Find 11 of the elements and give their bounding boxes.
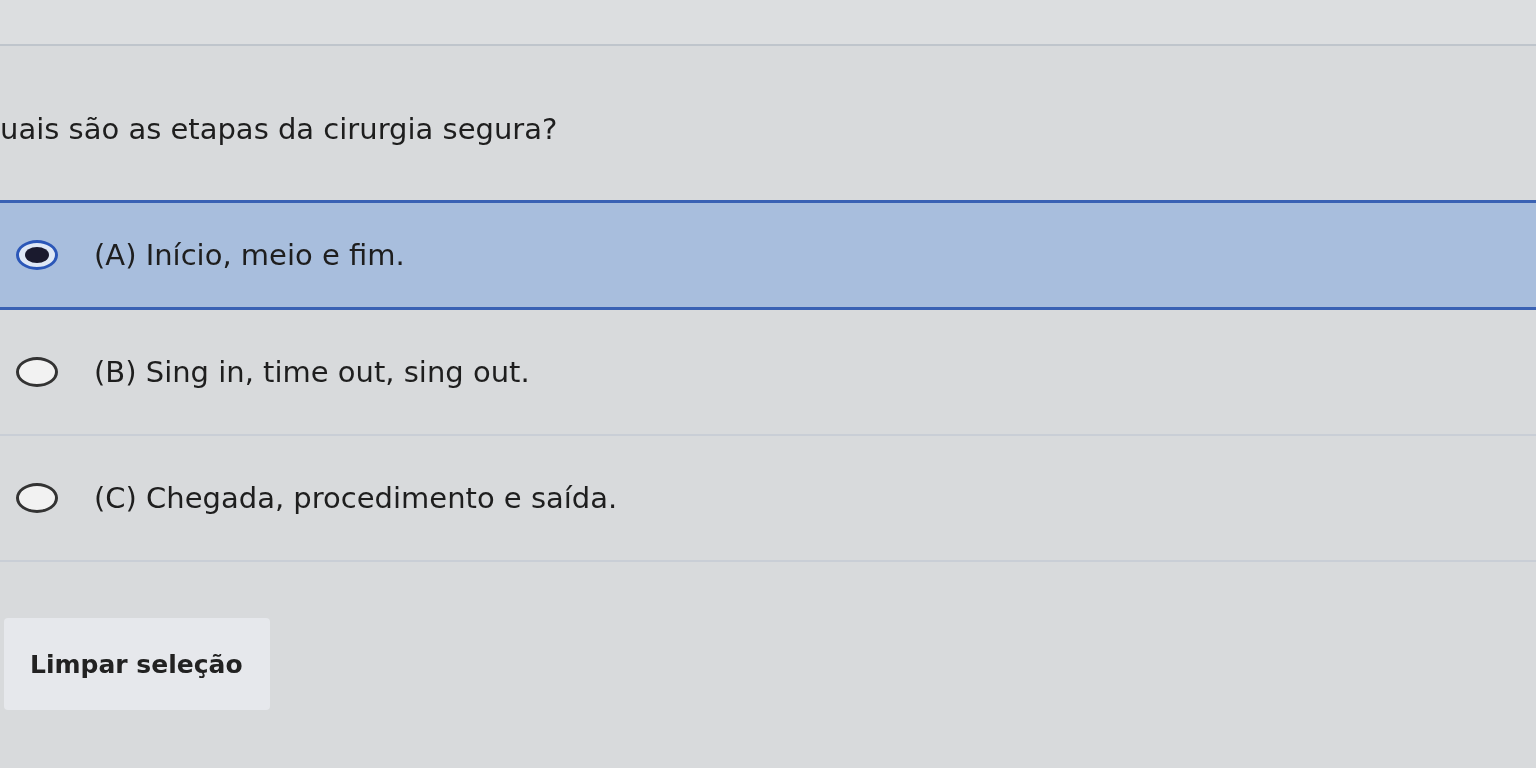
clear-selection-button[interactable]: Limpar seleção	[4, 618, 270, 710]
radio-button[interactable]	[16, 483, 58, 513]
question-text: uais são as etapas da cirurgia segura?	[0, 111, 559, 148]
radio-button[interactable]	[16, 357, 58, 387]
answer-option[interactable]: (A) Início, meio e fim.	[0, 200, 1536, 310]
radio-button[interactable]	[16, 240, 58, 270]
answer-option[interactable]: (B) Sing in, time out, sing out.	[0, 310, 1536, 436]
option-label: (A) Início, meio e fim.	[94, 238, 405, 272]
answer-option[interactable]: (C) Chegada, procedimento e saída.	[0, 436, 1536, 562]
option-label: (C) Chegada, procedimento e saída.	[94, 481, 618, 515]
option-label: (B) Sing in, time out, sing out.	[94, 355, 530, 389]
